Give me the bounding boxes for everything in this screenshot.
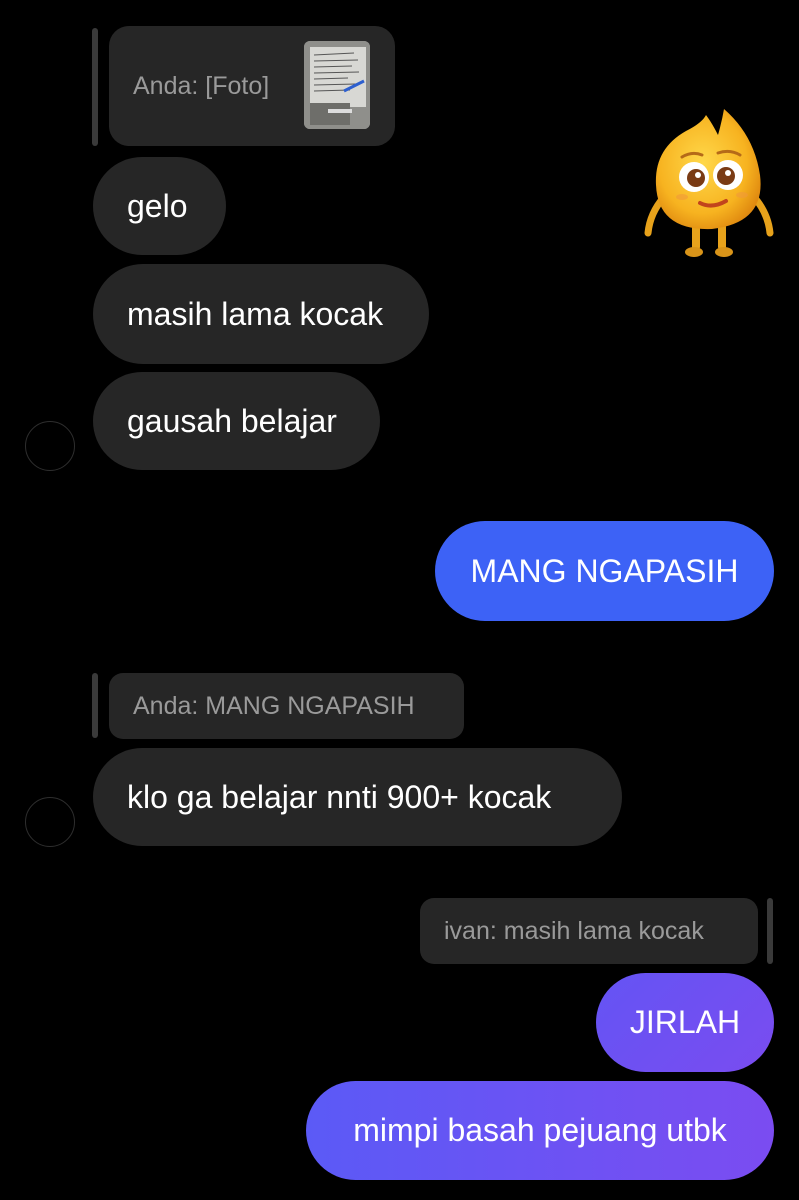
message-text: gelo — [127, 187, 188, 224]
incoming-message[interactable]: klo ga belajar nnti 900+ kocak — [93, 748, 622, 846]
incoming-message[interactable]: gausah belajar — [93, 372, 380, 470]
reply-indicator-bar — [92, 673, 98, 738]
reply-preview-outgoing[interactable]: ivan: masih lama kocak — [420, 898, 758, 964]
reply-preview-label: ivan: masih lama kocak — [444, 916, 704, 945]
message-text: MANG NGAPASIH — [470, 552, 739, 589]
outgoing-message[interactable]: JIRLAH — [596, 973, 774, 1072]
reply-preview-text[interactable]: Anda: MANG NGAPASIH — [109, 673, 464, 739]
mascot-sticker-icon[interactable] — [642, 105, 777, 265]
incoming-message[interactable]: gelo — [93, 157, 226, 255]
incoming-message[interactable]: masih lama kocak — [93, 264, 429, 364]
message-text: gausah belajar — [127, 402, 337, 439]
photo-thumbnail-icon[interactable] — [304, 41, 370, 129]
sender-avatar[interactable] — [25, 421, 75, 471]
message-text: masih lama kocak — [127, 295, 384, 332]
reply-preview-label: Anda: MANG NGAPASIH — [133, 691, 415, 720]
reply-indicator-bar — [92, 28, 98, 146]
outgoing-message[interactable]: mimpi basah pejuang utbk — [306, 1081, 774, 1180]
sender-avatar[interactable] — [25, 797, 75, 847]
message-text: klo ga belajar nnti 900+ kocak — [127, 778, 552, 815]
reply-indicator-bar — [767, 898, 773, 964]
message-text: mimpi basah pejuang utbk — [353, 1112, 727, 1148]
message-text: JIRLAH — [629, 1004, 741, 1040]
outgoing-message[interactable]: MANG NGAPASIH — [435, 521, 774, 621]
reply-preview-label: Anda: [Foto] — [133, 71, 270, 100]
